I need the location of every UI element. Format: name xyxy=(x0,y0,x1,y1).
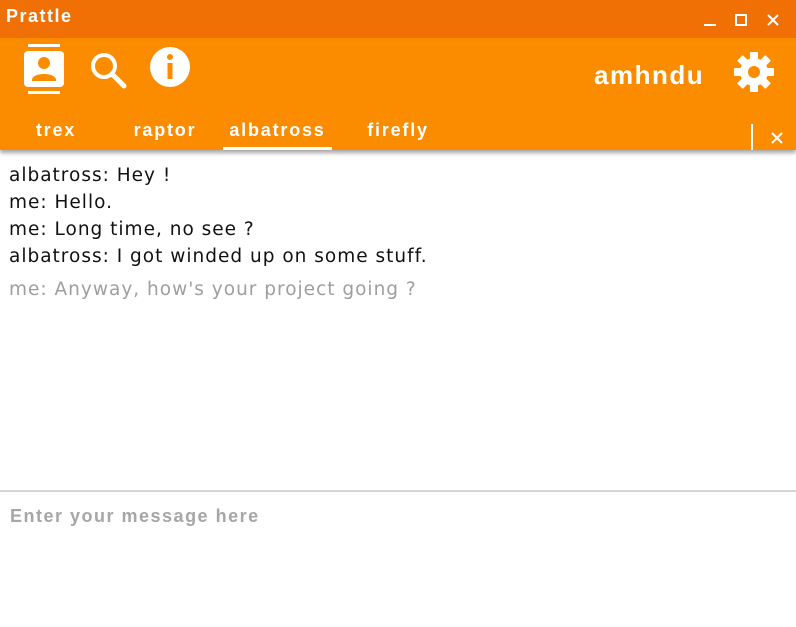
chat-message: albatross: Hey ! xyxy=(9,165,172,186)
chat-message: me: Hello. xyxy=(9,192,113,213)
maximize-icon[interactable] xyxy=(731,10,751,30)
message-input[interactable] xyxy=(10,506,780,527)
contacts-icon[interactable] xyxy=(22,44,66,94)
tab-firefly[interactable]: firefly xyxy=(354,120,442,150)
username-label: amhndu xyxy=(594,60,705,90)
tab-albatross[interactable]: albatross xyxy=(223,120,332,150)
info-icon[interactable] xyxy=(149,46,191,88)
search-icon[interactable] xyxy=(89,51,127,89)
composer-divider xyxy=(0,490,796,492)
app-title: Prattle xyxy=(6,6,73,26)
minimize-icon[interactable] xyxy=(700,10,720,30)
close-icon[interactable] xyxy=(763,10,783,30)
tab-separator xyxy=(751,124,753,150)
tab-trex[interactable]: trex xyxy=(17,120,95,150)
tab-raptor[interactable]: raptor xyxy=(120,120,210,150)
gear-icon[interactable] xyxy=(733,51,775,93)
chat-message: me: Long time, no see ? xyxy=(9,219,255,240)
app-toolbar: amhndu trex raptor albatross firefly xyxy=(0,38,796,150)
window-titlebar[interactable]: Prattle xyxy=(0,0,796,38)
chat-history: albatross: Hey ! me: Hello. me: Long tim… xyxy=(9,162,789,303)
close-icon[interactable] xyxy=(769,130,785,146)
chat-message: albatross: I got winded up on some stuff… xyxy=(9,246,428,267)
pending-message: me: Anyway, how's your project going ? xyxy=(9,279,417,300)
